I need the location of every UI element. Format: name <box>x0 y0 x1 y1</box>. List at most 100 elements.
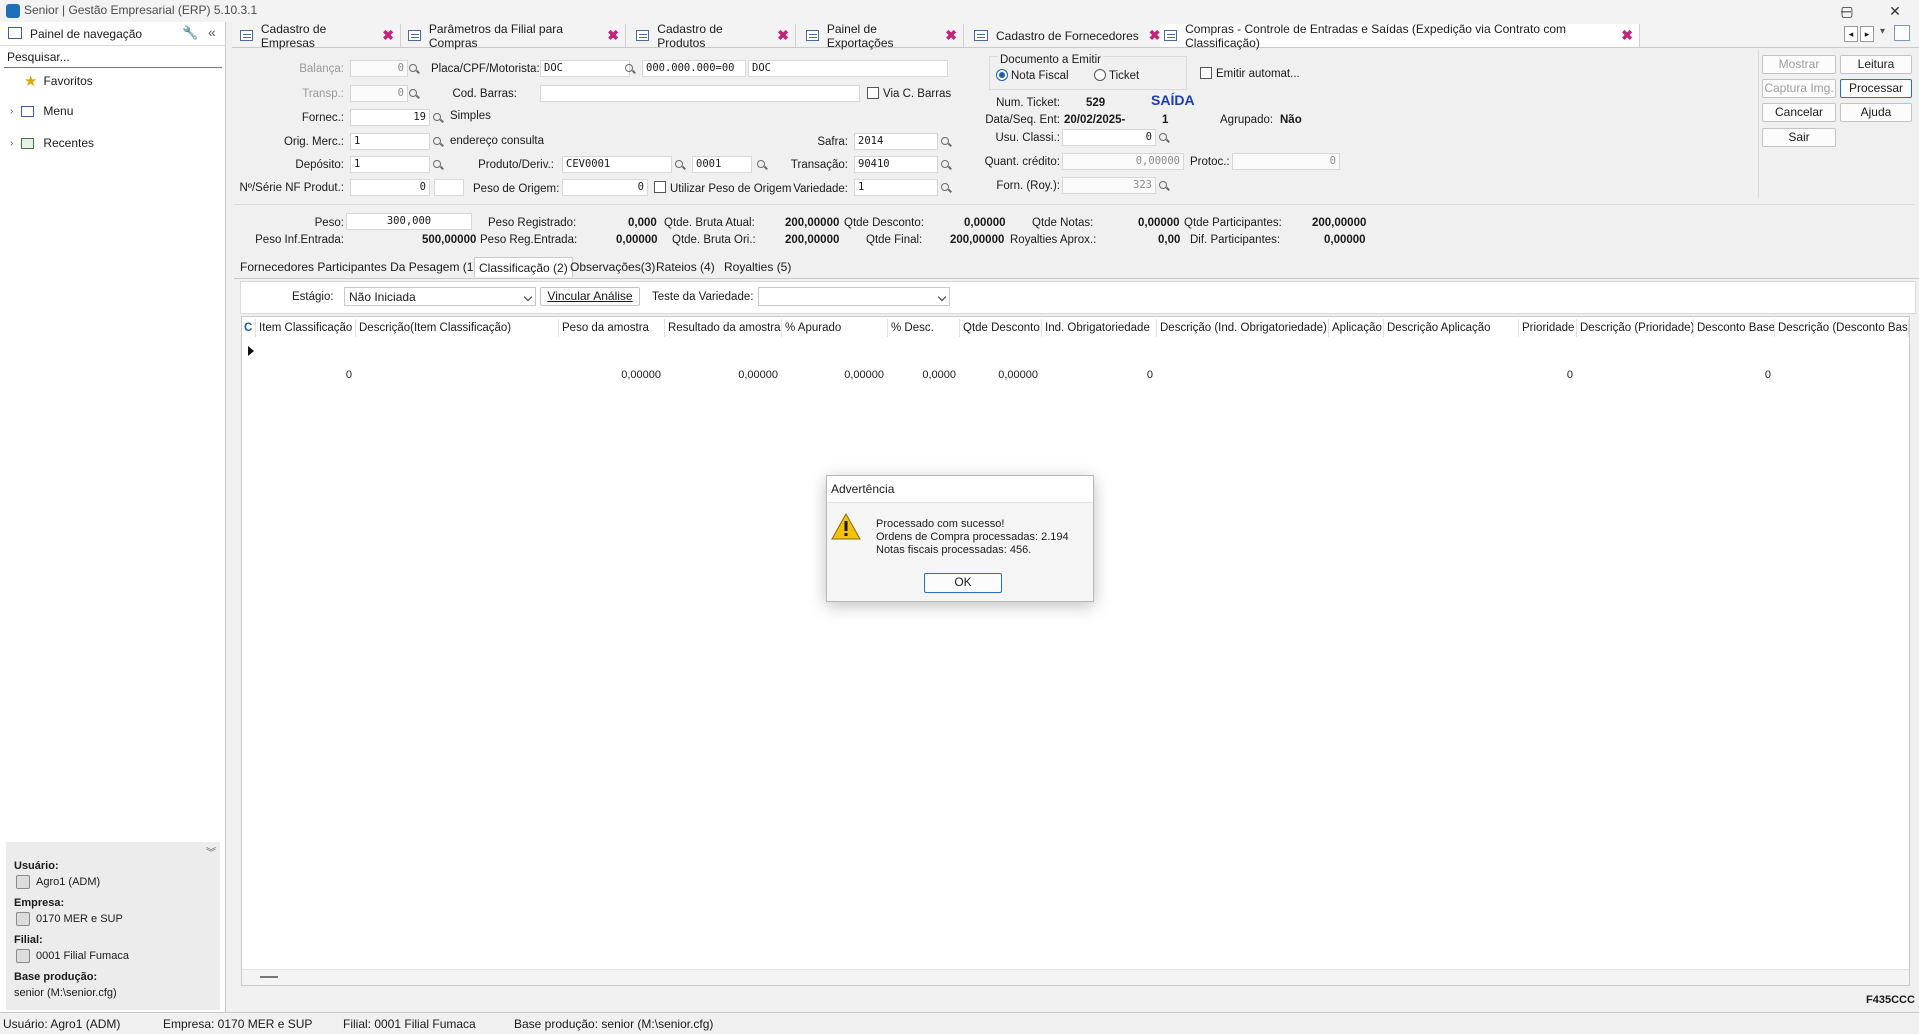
grid-cell[interactable]: 0,00000 <box>782 366 888 384</box>
grid-cell[interactable]: 0 <box>1519 366 1577 384</box>
teste-variedade-select[interactable] <box>758 287 950 306</box>
protoc-input[interactable]: 0 <box>1232 153 1340 170</box>
table-row[interactable]: 0 0,00000 0,00000 0,00000 0,0000 0,00000… <box>242 340 1909 381</box>
usuclassi-input[interactable]: 0 <box>1062 129 1156 146</box>
tab-scroll-right-icon[interactable]: ▸ <box>1860 26 1874 42</box>
grid-cell[interactable] <box>1384 366 1519 384</box>
grid-corner[interactable]: C <box>242 319 256 337</box>
grid-cell[interactable] <box>1577 366 1694 384</box>
search-lens-icon[interactable] <box>940 159 952 171</box>
expand-chevron-icon[interactable]: › <box>10 138 13 149</box>
utilizar-peso-checkbox[interactable] <box>654 181 666 193</box>
nfserie-input[interactable] <box>434 179 464 196</box>
placa-input[interactable]: DOC <box>540 60 630 77</box>
search-lens-icon[interactable] <box>432 136 444 148</box>
close-tab-icon[interactable]: ✖ <box>1621 27 1633 44</box>
nav-search-input[interactable]: Pesquisar... <box>4 50 222 68</box>
grid-header[interactable]: Descrição (Ind. Obrigatoriedade) <box>1157 319 1329 337</box>
grid-cell[interactable]: 0,00000 <box>960 366 1042 384</box>
grid-header[interactable]: Aplicação <box>1329 319 1384 337</box>
safra-input[interactable]: 2014 <box>854 133 938 150</box>
subtab-observacoes[interactable]: Observações(3) <box>566 257 659 277</box>
emitir-automat-checkbox[interactable] <box>1200 67 1212 79</box>
subtab-royalties[interactable]: Royalties (5) <box>720 257 795 277</box>
collapse-panel-icon[interactable]: « <box>208 24 216 40</box>
subtab-rateios[interactable]: Rateios (4) <box>652 257 719 277</box>
transacao-input[interactable]: 90410 <box>854 156 938 173</box>
collapse-footer-icon[interactable]: ︾ <box>206 844 216 859</box>
close-window-button[interactable]: ✕ <box>1872 0 1918 22</box>
grid-cell[interactable]: 0,00000 <box>559 366 665 384</box>
fornroy-input[interactable]: 323 <box>1062 177 1156 194</box>
grid-cell[interactable] <box>1775 366 1909 384</box>
settings-wrench-icon[interactable]: 🔧 <box>182 25 198 41</box>
quantcredito-input[interactable]: 0,00000 <box>1062 153 1184 170</box>
search-lens-icon[interactable] <box>408 88 420 100</box>
search-lens-icon[interactable] <box>408 63 420 75</box>
grid-header[interactable]: Descrição Aplicação <box>1384 319 1519 337</box>
cpf-input[interactable]: 000.000.000=00 <box>642 60 746 77</box>
grid-header[interactable]: Descrição (Desconto Base) <box>1775 319 1909 337</box>
grid-header[interactable]: Qtde Desconto <box>960 319 1042 337</box>
transp-input[interactable]: 0 <box>350 85 408 102</box>
nota-fiscal-radio[interactable] <box>996 69 1008 81</box>
grid-cell[interactable]: 0,0000 <box>888 366 960 384</box>
ticket-radio[interactable] <box>1094 69 1106 81</box>
grid-header[interactable]: Item Classificação <box>256 319 356 337</box>
subtab-classificacao[interactable]: Classificação (2) <box>474 257 573 277</box>
grid-cell[interactable]: 0 <box>1694 366 1775 384</box>
grid-header[interactable]: Descrição(Item Classificação) <box>356 319 559 337</box>
sair-button[interactable]: Sair <box>1762 128 1836 147</box>
maximize-button[interactable]: ▢ <box>1826 0 1868 22</box>
search-lens-icon[interactable] <box>1158 132 1170 144</box>
close-tab-icon[interactable]: ✖ <box>607 27 619 44</box>
grid-cell[interactable] <box>1157 366 1329 384</box>
close-tab-icon[interactable]: ✖ <box>777 27 789 44</box>
produto-input[interactable]: CEV0001 <box>562 156 672 173</box>
captura-img-button[interactable]: Captura Img. <box>1762 79 1836 98</box>
grid-header[interactable]: Prioridade <box>1519 319 1577 337</box>
grid-cell[interactable]: 0,00000 <box>665 366 782 384</box>
leitura-button[interactable]: Leitura <box>1840 55 1912 74</box>
balanca-input[interactable]: 0 <box>350 60 408 77</box>
cancelar-button[interactable]: Cancelar <box>1762 103 1836 122</box>
grid-header[interactable]: % Desc. <box>888 319 960 337</box>
grid-header[interactable]: Resultado da amostra <box>665 319 782 337</box>
derivacao-input[interactable]: 0001 <box>692 156 752 173</box>
tab-list-dropdown-icon[interactable]: ▾ <box>1880 26 1885 37</box>
search-lens-icon[interactable] <box>674 159 686 171</box>
pesoorigem-input[interactable]: 0 <box>562 179 648 196</box>
processar-button[interactable]: Processar <box>1840 79 1912 98</box>
tab-parametros-filial[interactable]: Parâmetros da Filial para Compras ✖ <box>404 22 626 50</box>
search-lens-icon[interactable] <box>940 182 952 194</box>
codbarras-input[interactable] <box>540 85 860 102</box>
motorista-input[interactable]: DOC <box>748 60 948 77</box>
close-tab-icon[interactable]: ✖ <box>1149 27 1161 44</box>
tab-cadastro-empresas[interactable]: Cadastro de Empresas ✖ <box>236 22 401 50</box>
grid-header[interactable]: Desconto Base <box>1694 319 1775 337</box>
nav-item-favoritos[interactable]: ★ Favoritos <box>24 72 93 90</box>
grid-cell[interactable]: 0 <box>1042 366 1157 384</box>
search-lens-icon[interactable] <box>624 63 636 75</box>
grid-cell[interactable] <box>1329 366 1384 384</box>
fornec-input[interactable]: 19 <box>350 109 430 126</box>
mostrar-button[interactable]: Mostrar <box>1762 55 1836 74</box>
tab-scroll-left-icon[interactable]: ◂ <box>1844 26 1858 42</box>
search-lens-icon[interactable] <box>432 159 444 171</box>
ajuda-button[interactable]: Ajuda <box>1840 103 1912 122</box>
expand-chevron-icon[interactable]: › <box>10 106 13 117</box>
tab-painel-exportacoes[interactable]: Painel de Exportações ✖ <box>802 22 964 50</box>
via-cbarras-checkbox[interactable] <box>867 87 879 99</box>
search-lens-icon[interactable] <box>940 136 952 148</box>
variedade-input[interactable]: 1 <box>854 179 938 196</box>
tab-cadastro-produtos[interactable]: Cadastro de Produtos ✖ <box>632 22 796 50</box>
window-mode-icon[interactable] <box>1894 25 1910 41</box>
close-tab-icon[interactable]: ✖ <box>945 27 957 44</box>
nfprodut-input[interactable]: 0 <box>350 179 430 196</box>
grid-cell[interactable]: 0 <box>256 366 356 384</box>
origmerc-input[interactable]: 1 <box>350 133 430 150</box>
grid-header[interactable]: Ind. Obrigatoriedade <box>1042 319 1157 337</box>
tab-compras-controle[interactable]: Compras - Controle de Entradas e Saídas … <box>1160 22 1640 50</box>
peso-input[interactable]: 300,000 <box>346 213 472 230</box>
subtab-fornecedores[interactable]: Fornecedores Participantes Da Pesagem (1… <box>236 257 481 277</box>
